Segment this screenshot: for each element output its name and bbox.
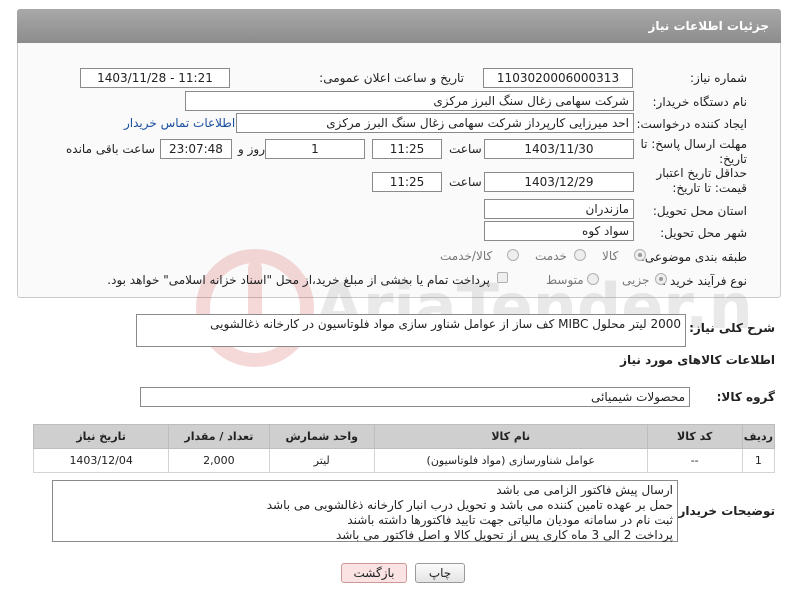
creator-label: ایجاد کننده درخواست: — [636, 117, 747, 131]
col-row-header: ردیف — [741, 424, 776, 449]
purchase-medium-radio[interactable] — [587, 273, 599, 285]
table-row: 1 -- عوامل شناورسازی (مواد فلوتاسیون) لی… — [32, 448, 776, 473]
need-number-label: شماره نیاز: — [690, 71, 747, 85]
col-unit-header: واحد شمارش — [268, 424, 375, 449]
treasury-payment-note: پرداخت تمام یا بخشی از مبلغ خرید،از محل … — [107, 273, 490, 287]
description-field: 2000 لیتر محلول MIBC کف ساز از عوامل شنا… — [136, 314, 686, 347]
category-service-radio[interactable] — [574, 249, 586, 261]
goods-table: ردیف کد کالا نام کالا واحد شمارش تعداد /… — [32, 424, 776, 473]
remaining-time-field: 23:07:48 — [160, 139, 232, 159]
reply-deadline-label: مهلت ارسال پاسخ: تا تاریخ: — [640, 137, 747, 166]
province-label: استان محل تحویل: — [652, 204, 747, 218]
purchase-medium-label: متوسط — [546, 273, 584, 287]
cell-name: عوامل شناورسازی (مواد فلوتاسیون) — [373, 448, 648, 473]
creator-field: احد میرزایی کارپرداز شرکت سهامی زغال سنگ… — [236, 113, 634, 133]
buyer-note-line: حمل بر عهده تامین کننده می باشد و تحویل … — [266, 498, 673, 512]
buyer-org-field: شرکت سهامی زغال سنگ البرز مرکزی — [185, 91, 634, 111]
category-service-label: خدمت — [535, 249, 567, 263]
buyer-org-label: نام دستگاه خریدار: — [652, 95, 748, 109]
validity-time-field: 11:25 — [372, 172, 442, 192]
description-text: 2000 لیتر محلول MIBC کف ساز از عوامل شنا… — [210, 317, 681, 331]
validity-time-label: ساعت — [449, 175, 482, 189]
reply-date-field: 1403/11/30 — [484, 139, 634, 159]
goods-group-label: گروه کالا: — [716, 390, 775, 404]
announce-datetime-field: 1403/11/28 - 11:21 — [80, 68, 230, 88]
price-validity-label: حداقل تاریخ اعتبار قیمت: تا تاریخ: — [656, 166, 747, 195]
days-field: 1 — [265, 139, 365, 159]
city-label: شهر محل تحویل: — [660, 226, 747, 240]
panel-header: جزئیات اطلاعات نیاز — [17, 9, 781, 43]
print-button[interactable]: چاپ — [415, 563, 465, 583]
treasury-payment-checkbox[interactable] — [497, 272, 508, 283]
buyer-note-line: ثبت نام در سامانه مودیان مالیاتی جهت تای… — [347, 513, 673, 527]
buyer-contact-link[interactable]: اطلاعات تماس خریدار — [124, 116, 235, 130]
reply-time-label: ساعت — [449, 142, 482, 156]
cell-date: 1403/12/04 — [32, 448, 170, 473]
category-both-label: کالا/خدمت — [440, 249, 493, 263]
announce-label: تاریخ و ساعت اعلان عمومی: — [319, 71, 464, 85]
category-label: طبقه بندی موضوعی: — [640, 250, 747, 264]
col-name-header: نام کالا — [373, 424, 648, 449]
cell-code: -- — [646, 448, 743, 473]
buyer-note-line: پرداخت 2 الی 3 ماه کاری پس از تحویل کالا… — [335, 528, 673, 542]
category-goods-label: کالا — [602, 249, 619, 263]
description-label: شرح کلی نیاز: — [689, 321, 775, 335]
purchase-minor-label: جزیی — [622, 273, 650, 287]
reply-time-field: 11:25 — [372, 139, 442, 159]
buyer-note-line: ارسال پیش فاکتور الزامی می باشد — [496, 483, 673, 497]
buyer-notes-label: توضیحات خریدار: — [673, 504, 775, 518]
goods-group-field: محصولات شیمیائی — [140, 387, 690, 407]
page-title: جزئیات اطلاعات نیاز — [648, 19, 769, 33]
validity-date-field: 1403/12/29 — [484, 172, 634, 192]
col-date-header: تاریخ نیاز — [32, 424, 170, 449]
remaining-label: ساعت باقی مانده — [66, 142, 156, 156]
goods-section-title: اطلاعات کالاهای مورد نیاز — [620, 353, 775, 367]
goods-table-header: ردیف کد کالا نام کالا واحد شمارش تعداد /… — [32, 424, 776, 449]
need-number-field: 1103020006000313 — [483, 68, 633, 88]
back-button[interactable]: بازگشت — [341, 563, 407, 583]
days-label: روز و — [238, 142, 265, 156]
col-code-header: کد کالا — [646, 424, 743, 449]
cell-row: 1 — [741, 448, 776, 473]
buyer-notes-field: ارسال پیش فاکتور الزامی می باشد حمل بر ع… — [52, 480, 678, 542]
category-goods-radio[interactable] — [634, 249, 646, 261]
cell-quantity: 2,000 — [168, 448, 270, 473]
purchase-type-label: نوع فرآیند خرید : — [662, 274, 747, 288]
city-field: سواد کوه — [484, 221, 634, 241]
cell-unit: لیتر — [268, 448, 375, 473]
col-quantity-header: تعداد / مقدار — [168, 424, 270, 449]
category-both-radio[interactable] — [507, 249, 519, 261]
province-field: مازندران — [484, 199, 634, 219]
purchase-minor-radio[interactable] — [655, 273, 667, 285]
